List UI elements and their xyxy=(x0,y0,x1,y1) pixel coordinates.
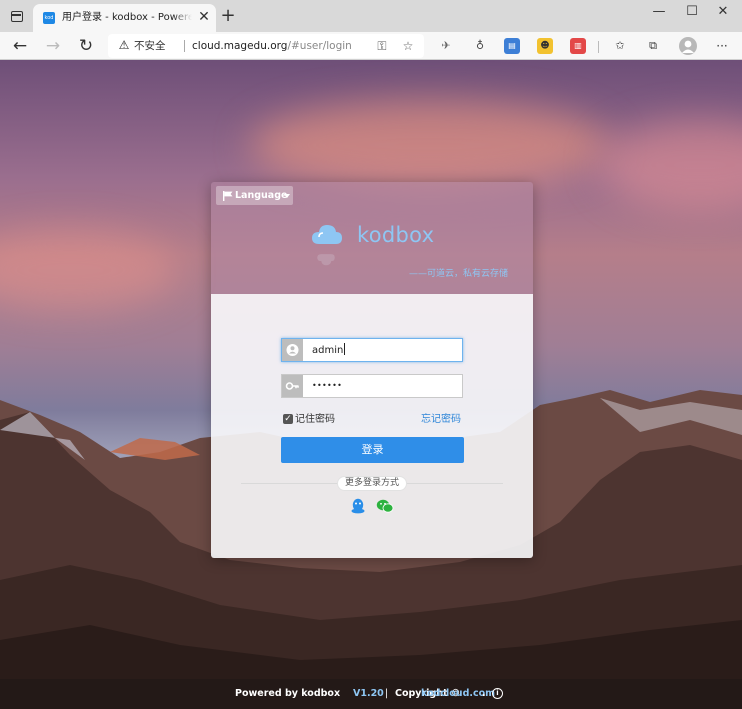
login-button[interactable]: 登录 xyxy=(281,437,464,463)
tab-close-icon[interactable]: ✕ xyxy=(197,10,211,24)
toolbar-separator xyxy=(598,41,599,53)
close-window-button[interactable]: ✕ xyxy=(700,0,742,24)
extension-translate-icon[interactable]: ▤ xyxy=(504,38,520,54)
browser-tab-active[interactable]: kod 用户登录 - kodbox - Powered by kodbox ✕ xyxy=(33,4,216,32)
back-arrow-icon[interactable]: ← xyxy=(8,34,32,58)
url-host: cloud.magedu.org xyxy=(192,40,288,52)
forward-arrow-icon[interactable]: → xyxy=(41,34,65,58)
username-input[interactable]: admin xyxy=(312,343,346,357)
forgot-password-link[interactable]: 忘记密码 xyxy=(421,413,461,427)
extension-face-icon[interactable]: ☻ xyxy=(537,38,553,54)
reading-icon[interactable]: ✈ xyxy=(438,38,454,54)
brand-name: kodbox xyxy=(357,223,435,247)
footer-separator: | xyxy=(385,688,389,699)
more-menu-icon[interactable]: ··· xyxy=(714,38,730,54)
warning-icon[interactable]: ⚠ xyxy=(117,39,131,52)
refresh-icon[interactable]: ↻ xyxy=(74,34,98,58)
flag-icon xyxy=(223,191,233,201)
language-dropdown[interactable]: Language xyxy=(216,186,293,205)
browser-toolbar: ← → ↻ ⚠ 不安全 cloud.magedu.org/#user/login… xyxy=(0,32,742,60)
more-login-options: 更多登录方式 xyxy=(337,476,407,491)
browser-tab-bar: kod 用户登录 - kodbox - Powered by kodbox ✕ … xyxy=(0,0,742,32)
address-separator xyxy=(184,40,185,52)
qq-login-icon[interactable] xyxy=(349,498,367,514)
cloud-logo-icon xyxy=(312,225,342,244)
favorites-icon[interactable]: ✩ xyxy=(612,38,628,54)
password-input[interactable]: •••••• xyxy=(312,379,342,393)
tab-title: 用户登录 - kodbox - Powered by kodbox xyxy=(62,12,192,23)
cloud-logo-reflection xyxy=(317,254,335,266)
username-field[interactable]: admin xyxy=(281,338,463,362)
extension-planet-icon[interactable]: ♁ xyxy=(472,38,488,54)
extension-red-icon[interactable]: ▥ xyxy=(570,38,586,54)
tab-actions-icon[interactable] xyxy=(11,11,23,22)
page-footer: Powered by kodbox V1.20 | Copyright © ko… xyxy=(0,679,742,709)
login-card-header: Language kodbox ——可道云，私有云存储 xyxy=(211,182,533,294)
url-path: /#user/login xyxy=(287,40,352,52)
login-card: Language kodbox ——可道云，私有云存储 admin •••••• xyxy=(211,182,533,558)
username-value: admin xyxy=(312,345,344,356)
profile-avatar[interactable] xyxy=(679,37,697,55)
key-field-icon xyxy=(282,375,303,397)
page-viewport: Language kodbox ——可道云，私有云存储 admin •••••• xyxy=(0,60,742,709)
remember-checkbox[interactable]: ✓ xyxy=(283,414,293,424)
collections-icon[interactable]: ⧉ xyxy=(645,38,661,54)
language-label: Language xyxy=(235,190,288,201)
favorite-add-icon[interactable]: ☆ xyxy=(400,38,416,54)
security-label[interactable]: 不安全 xyxy=(134,39,166,53)
key-icon[interactable]: ⚿ xyxy=(374,38,390,54)
favicon-icon: kod xyxy=(43,12,55,24)
url-text[interactable]: cloud.magedu.org/#user/login xyxy=(192,39,352,53)
footer-period: . xyxy=(482,688,486,699)
address-bar[interactable]: ⚠ 不安全 cloud.magedu.org/#user/login ⚿ ☆ xyxy=(108,34,424,58)
remember-label[interactable]: 记住密码 xyxy=(295,413,335,427)
info-icon[interactable]: i xyxy=(492,688,503,699)
text-cursor xyxy=(344,343,346,355)
new-tab-button[interactable]: + xyxy=(219,7,237,25)
brand-slogan: ——可道云，私有云存储 xyxy=(409,269,509,279)
version-label: V1.20 xyxy=(353,688,384,699)
wechat-login-icon[interactable] xyxy=(376,498,394,514)
password-field[interactable]: •••••• xyxy=(281,374,463,398)
powered-by-text: Powered by kodbox xyxy=(235,688,341,699)
login-form: admin •••••• ✓ 记住密码 忘记密码 登录 更多登录方式 xyxy=(211,294,533,558)
chevron-down-icon xyxy=(284,194,290,198)
user-icon xyxy=(282,339,303,361)
